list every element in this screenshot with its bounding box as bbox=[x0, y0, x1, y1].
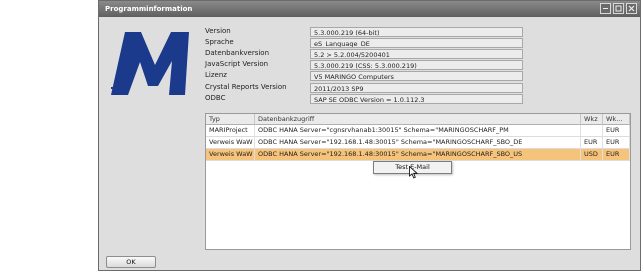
cell-wk: EUR bbox=[603, 149, 630, 160]
close-icon[interactable] bbox=[626, 3, 637, 14]
column-header-wkz[interactable]: Wkz bbox=[581, 114, 603, 125]
info-label-js-version: JavaScript Version bbox=[205, 60, 269, 68]
table-row[interactable]: MARIProject ODBC HANA Server="cgnsrvhana… bbox=[206, 125, 630, 137]
info-label-db-version: Datenbankversion bbox=[205, 49, 270, 57]
cell-typ: MARIProject bbox=[206, 125, 255, 136]
info-value-license[interactable]: V5 MARINGO Computers bbox=[310, 71, 523, 81]
cell-typ: Verweis WaW bbox=[206, 149, 255, 160]
table-row-selected[interactable]: Verweis WaW ODBC HANA Server="192.168.1.… bbox=[206, 149, 630, 161]
info-value-crystal[interactable]: 2011/2013 SP9 bbox=[310, 83, 523, 93]
window-title: Programminformation bbox=[105, 5, 193, 13]
info-value-js-version[interactable]: 5.3.000.219 (CSS: 5.3.000.219) bbox=[310, 60, 523, 70]
info-label-crystal: Crystal Reports Version bbox=[205, 83, 287, 91]
column-header-wk[interactable]: Wk... bbox=[603, 114, 630, 125]
info-label-license: Lizenz bbox=[205, 71, 227, 79]
cell-wkz: EUR bbox=[581, 137, 603, 148]
database-access-table[interactable]: Typ Datenbankzugriff Wkz Wk... MARIProje… bbox=[205, 113, 631, 250]
cell-wkz: USD bbox=[581, 149, 603, 160]
restore-icon[interactable] bbox=[600, 3, 611, 14]
info-value-version[interactable]: 5.3.000.219 (64-bit) bbox=[310, 27, 523, 37]
maximize-icon[interactable] bbox=[613, 3, 624, 14]
info-label-language: Sprache bbox=[205, 38, 234, 46]
info-value-db-version[interactable]: 5.2 > 5.2.004/5200401 bbox=[310, 49, 523, 59]
cell-db: ODBC HANA Server="cgnsrvhanab1:30015" Sc… bbox=[255, 125, 581, 136]
cell-db: ODBC HANA Server="192.168.1.48:30015" Sc… bbox=[255, 149, 581, 160]
table-row[interactable]: Verweis WaW ODBC HANA Server="192.168.1.… bbox=[206, 137, 630, 149]
info-value-language[interactable]: eS_Language_DE bbox=[310, 38, 523, 48]
mouse-cursor-icon bbox=[409, 166, 418, 179]
cell-wk: EUR bbox=[603, 125, 630, 136]
cell-wk: EUR bbox=[603, 137, 630, 148]
info-label-odbc: ODBC bbox=[205, 94, 226, 102]
cell-db: ODBC HANA Server="192.168.1.48:30015" Sc… bbox=[255, 137, 581, 148]
cell-wkz bbox=[581, 125, 603, 136]
title-bar[interactable]: Programminformation bbox=[99, 1, 640, 17]
info-value-odbc[interactable]: SAP SE ODBC Version = 1.0.112.3 bbox=[310, 94, 523, 104]
maringo-logo-icon bbox=[111, 32, 189, 95]
column-header-db-access[interactable]: Datenbankzugriff bbox=[255, 114, 581, 125]
column-header-typ[interactable]: Typ bbox=[206, 114, 255, 125]
info-label-version: Version bbox=[205, 27, 231, 35]
ok-button[interactable]: OK bbox=[106, 256, 156, 268]
cell-typ: Verweis WaW bbox=[206, 137, 255, 148]
